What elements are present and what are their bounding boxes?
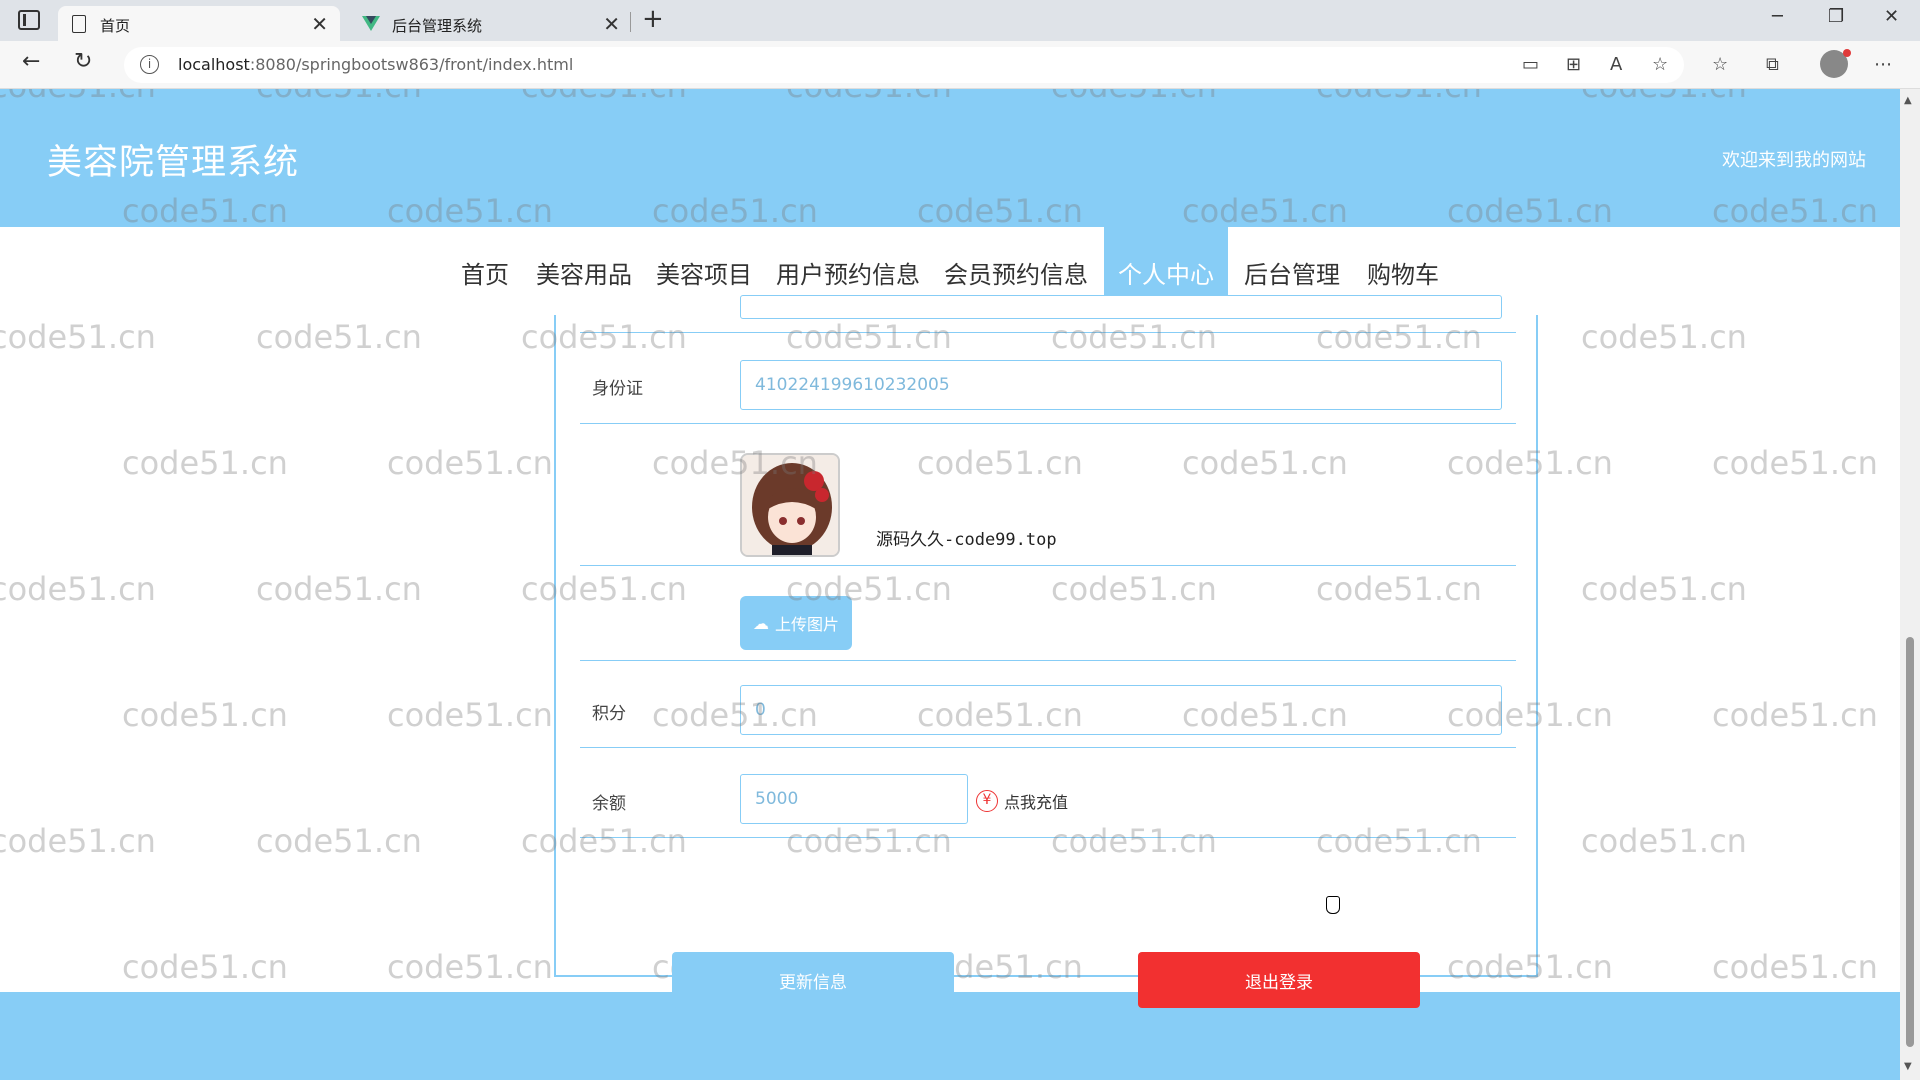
collections-icon[interactable]: ⧉ (1766, 54, 1779, 75)
watermark: code51.cn (387, 444, 553, 482)
watermark: code51.cn (1712, 444, 1878, 482)
address-bar: ← ↻ i localhost:8080/springbootsw863/fro… (0, 41, 1920, 89)
nav-item-products[interactable]: 美容用品 (528, 227, 640, 317)
watermark: code51.cn (1712, 696, 1878, 734)
watermark: code51.cn (387, 696, 553, 734)
watermark: code51.cn (0, 822, 156, 860)
avatar-caption: 源码久久-code99.top (876, 530, 1057, 550)
yen-icon: ¥ (976, 790, 998, 812)
restore-button[interactable]: ❐ (1828, 6, 1844, 27)
tab-home[interactable]: 首页 ✕ (58, 6, 340, 41)
site-title: 美容院管理系统 (47, 143, 300, 183)
hand-cursor-icon (1326, 896, 1340, 914)
row-divider (580, 332, 1516, 333)
row-divider (580, 565, 1516, 566)
watermark: code51.cn (1581, 822, 1747, 860)
back-arrow-icon[interactable]: ← (22, 49, 40, 74)
watermark: code51.cn (256, 570, 422, 608)
upload-image-button[interactable]: ☁ 上传图片 (740, 596, 852, 650)
document-icon (72, 15, 86, 33)
watermark: code51.cn (387, 948, 553, 986)
watermark: code51.cn (122, 948, 288, 986)
favorites-icon[interactable]: ☆ (1712, 54, 1728, 75)
balance-label: 余额 (592, 794, 626, 814)
logout-button[interactable]: 退出登录 (1138, 952, 1420, 1008)
minimize-button[interactable]: ─ (1772, 6, 1783, 27)
watermark: code51.cn (122, 444, 288, 482)
balance-input[interactable]: 5000 (740, 774, 968, 824)
scroll-up-icon[interactable]: ▲ (1904, 95, 1912, 106)
tab-admin[interactable]: 后台管理系统 ✕ (350, 6, 632, 41)
welcome-text: 欢迎来到我的网站 (1722, 150, 1866, 171)
nav-item-home[interactable]: 首页 (450, 227, 520, 317)
cloud-upload-icon: ☁ (752, 613, 769, 633)
close-tab-icon[interactable]: ✕ (311, 12, 328, 36)
tab-actions-icon[interactable] (18, 10, 40, 30)
tab-label: 首页 (100, 17, 131, 35)
recharge-link[interactable]: ¥ 点我充值 (976, 789, 1068, 813)
info-icon[interactable]: i (140, 55, 159, 74)
update-info-button[interactable]: 更新信息 (672, 952, 954, 1008)
scroll-down-icon[interactable]: ▼ (1904, 1061, 1912, 1072)
site-header: 美容院管理系统 欢迎来到我的网站 (0, 89, 1900, 227)
watermark: code51.cn (0, 570, 156, 608)
avatar (740, 453, 840, 557)
row-divider (580, 660, 1516, 661)
tab-label: 后台管理系统 (392, 17, 483, 35)
watermark: code51.cn (256, 318, 422, 356)
tab-divider (630, 12, 631, 32)
browser-tab-bar: 首页 ✕ 后台管理系统 ✕ + ─ ❐ ✕ (0, 0, 1920, 41)
row-divider (580, 747, 1516, 748)
row-divider (580, 837, 1516, 838)
read-aloud-icon[interactable]: A (1610, 54, 1622, 75)
page: 美容院管理系统 欢迎来到我的网站 首页 美容用品 美容项目 用户预约信息 会员预… (0, 89, 1900, 1080)
add-favorite-icon[interactable]: ☆ (1652, 54, 1668, 75)
avatar-illustration (742, 455, 838, 555)
id-card-label: 身份证 (592, 379, 643, 399)
more-menu-icon[interactable]: ⋯ (1874, 54, 1892, 75)
apps-icon[interactable]: ⊞ (1566, 54, 1581, 75)
page-scrollbar[interactable]: ▲ ▼ (1900, 89, 1920, 1080)
points-input[interactable]: 0 (740, 685, 1502, 735)
reload-icon[interactable]: ↻ (74, 49, 92, 74)
upload-label: 上传图片 (774, 615, 839, 634)
recharge-label: 点我充值 (1004, 793, 1069, 812)
profile-avatar-icon[interactable] (1820, 49, 1851, 78)
screen-cast-icon[interactable]: ▭ (1522, 54, 1539, 75)
id-card-input[interactable]: 410224199610232005 (740, 360, 1502, 410)
watermark: code51.cn (256, 822, 422, 860)
row-divider (580, 423, 1516, 424)
points-label: 积分 (592, 704, 626, 724)
url-text: localhost:8080/springbootsw863/front/ind… (178, 55, 574, 74)
close-tab-icon[interactable]: ✕ (603, 12, 620, 36)
previous-field-input[interactable] (740, 295, 1502, 319)
watermark: code51.cn (1581, 318, 1747, 356)
new-tab-button[interactable]: + (642, 4, 664, 34)
vue-logo-icon (362, 16, 380, 31)
url-field[interactable]: i localhost:8080/springbootsw863/front/i… (124, 47, 1684, 83)
watermark: code51.cn (1712, 948, 1878, 986)
watermark: code51.cn (1581, 570, 1747, 608)
watermark: code51.cn (0, 318, 156, 356)
close-window-button[interactable]: ✕ (1884, 6, 1899, 27)
scroll-thumb[interactable] (1906, 637, 1914, 1047)
profile-form: 身份证 410224199610232005 源码久久-code99.top ☁… (554, 295, 1538, 977)
watermark: code51.cn (122, 696, 288, 734)
